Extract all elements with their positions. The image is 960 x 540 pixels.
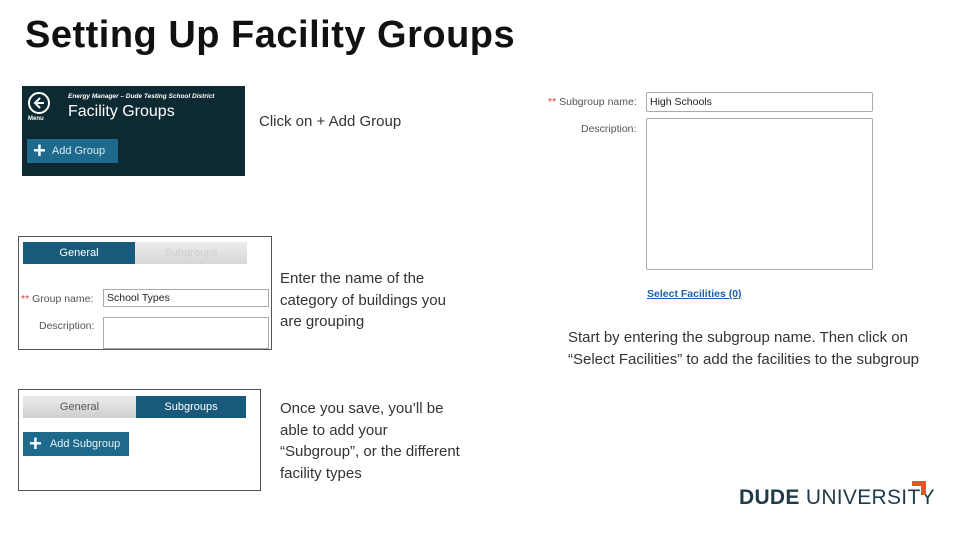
tab-subgroups[interactable]: Subgroups <box>136 396 246 418</box>
tab-general[interactable]: General <box>23 396 136 418</box>
required-mark: ** <box>548 96 557 108</box>
description-textarea[interactable] <box>646 118 873 270</box>
tab-general[interactable]: General <box>23 242 135 264</box>
group-name-label-text: Group name: <box>32 293 94 305</box>
group-name-label: ** Group name: <box>21 293 93 305</box>
description-label: Description: <box>581 123 637 135</box>
description-label: Description: <box>39 320 95 332</box>
app-header: Energy Manager – Dude Testing School Dis… <box>68 93 215 100</box>
subgroup-name-label: ** Subgroup name: <box>548 96 637 108</box>
tab-subgroups[interactable]: Subgroups <box>135 242 247 264</box>
step4-caption: Start by entering the subgroup name. The… <box>568 329 920 368</box>
logo-bold: DUDE <box>739 486 800 509</box>
add-subgroup-label: Add Subgroup <box>49 438 121 450</box>
add-group-label: Add Group <box>51 145 106 157</box>
add-subgroup-button[interactable]: + Add Subgroup <box>23 432 129 456</box>
logo-corner-mark-icon <box>912 481 926 495</box>
subgroup-name-input[interactable]: High Schools <box>646 92 873 112</box>
step2-caption: Enter the name of the category of buildi… <box>280 270 446 330</box>
subgroups-tab-screenshot: General Subgroups + Add Subgroup <box>18 389 261 491</box>
required-mark: ** <box>21 293 30 305</box>
back-arrow-icon[interactable] <box>28 92 50 114</box>
group-form-screenshot: General Subgroups ** Group name: School … <box>18 236 272 350</box>
page-title: Facility Groups <box>68 103 175 120</box>
add-group-button[interactable]: + Add Group <box>27 139 118 163</box>
plus-icon: + <box>29 431 42 456</box>
step3-caption: Once you save, you’ll be able to add you… <box>280 400 460 482</box>
description-input[interactable] <box>103 317 269 349</box>
plus-icon: + <box>33 138 46 163</box>
menu-label[interactable]: Menu <box>28 116 44 122</box>
step1-caption: Click on + Add Group <box>259 113 402 130</box>
slide-title: Setting Up Facility Groups <box>25 14 516 56</box>
group-name-input[interactable]: School Types <box>103 289 269 307</box>
select-facilities-link[interactable]: Select Facilities (0) <box>647 288 742 300</box>
facility-groups-header-screenshot: Menu Energy Manager – Dude Testing Schoo… <box>22 86 245 176</box>
subgroup-name-label-text: Subgroup name: <box>559 96 637 108</box>
dude-university-logo: DUDE UNIVERSITY <box>739 486 935 510</box>
